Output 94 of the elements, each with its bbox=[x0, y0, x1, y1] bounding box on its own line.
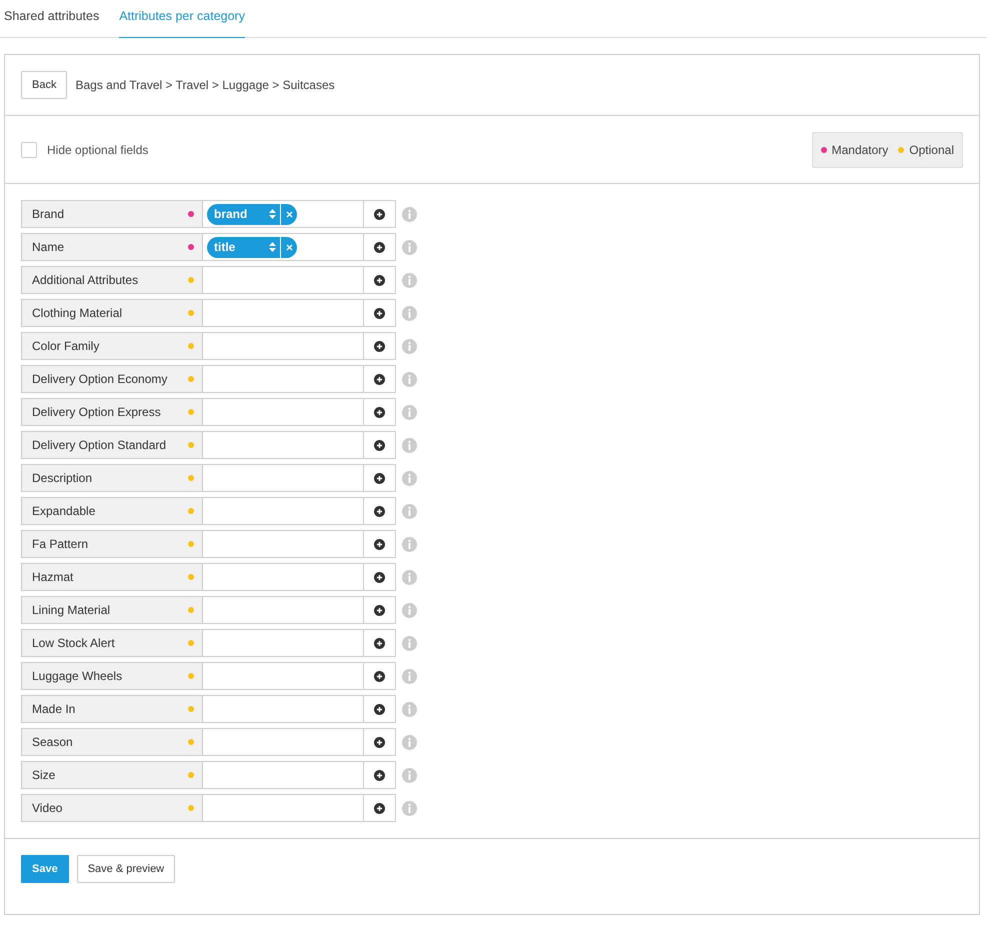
mapping-field[interactable] bbox=[203, 365, 364, 393]
attribute-name: Season bbox=[32, 735, 73, 749]
attribute-name: Low Stock Alert bbox=[32, 636, 115, 650]
sort-icon bbox=[269, 242, 276, 252]
attribute-name: Name bbox=[32, 240, 64, 254]
info-icon[interactable] bbox=[402, 768, 417, 782]
attribute-name: Luggage Wheels bbox=[32, 669, 122, 683]
attribute-name: Size bbox=[32, 768, 56, 782]
add-icon[interactable] bbox=[374, 638, 385, 648]
add-icon[interactable] bbox=[374, 274, 385, 286]
info-icon[interactable] bbox=[402, 470, 417, 486]
attribute-name: Lining Material bbox=[32, 603, 110, 617]
info-icon[interactable] bbox=[402, 338, 417, 354]
info-icon[interactable] bbox=[402, 702, 417, 716]
attribute-name: Expandable bbox=[32, 504, 96, 518]
checkbox-label: Hide optional fields bbox=[47, 143, 148, 157]
mapping-field[interactable] bbox=[203, 761, 364, 789]
add-icon[interactable] bbox=[374, 538, 385, 550]
add-icon[interactable] bbox=[374, 572, 385, 582]
sort-icon bbox=[269, 209, 276, 219]
attribute-name: Hazmat bbox=[32, 570, 74, 584]
info-icon[interactable] bbox=[402, 570, 417, 584]
mapping-field[interactable] bbox=[203, 695, 364, 723]
info-icon[interactable] bbox=[402, 734, 417, 750]
attribute-name: Delivery Option Economy bbox=[32, 372, 168, 386]
mapping-field[interactable] bbox=[203, 497, 364, 525]
add-icon[interactable] bbox=[374, 506, 385, 516]
info-icon[interactable] bbox=[402, 240, 417, 254]
mapping-field[interactable] bbox=[203, 332, 364, 360]
mapping-field[interactable] bbox=[203, 398, 364, 426]
tab[interactable]: Attributes per category bbox=[119, 0, 245, 38]
info-icon[interactable] bbox=[402, 206, 417, 222]
add-icon[interactable] bbox=[374, 374, 385, 384]
attribute-name: Fa Pattern bbox=[32, 537, 88, 551]
mapping-field[interactable] bbox=[203, 629, 364, 657]
attribute-name: Description bbox=[32, 471, 92, 485]
add-icon[interactable] bbox=[374, 208, 385, 220]
checkbox[interactable] bbox=[21, 142, 37, 158]
mapping-field[interactable] bbox=[203, 431, 364, 459]
tag-label: title bbox=[214, 240, 236, 254]
mapping-field[interactable] bbox=[203, 530, 364, 558]
add-icon[interactable] bbox=[374, 340, 385, 352]
mapping-field[interactable]: title bbox=[203, 233, 364, 261]
add-icon[interactable] bbox=[374, 242, 385, 252]
info-icon[interactable] bbox=[402, 668, 417, 684]
mapping-field[interactable] bbox=[203, 794, 364, 822]
save-preview-button[interactable]: Save & preview bbox=[76, 855, 176, 883]
mapping-field[interactable] bbox=[203, 662, 364, 690]
attribute-name: Delivery Option Standard bbox=[32, 438, 166, 452]
tag-label: brand bbox=[214, 207, 248, 221]
legend-label: Mandatory bbox=[832, 143, 888, 157]
add-icon[interactable] bbox=[374, 802, 385, 814]
attribute-name: Made In bbox=[32, 702, 76, 716]
legend-label: Optional bbox=[909, 143, 954, 157]
info-icon[interactable] bbox=[402, 372, 417, 386]
add-icon[interactable] bbox=[374, 770, 385, 780]
mapping-tag[interactable]: title bbox=[207, 236, 297, 258]
add-icon[interactable] bbox=[374, 406, 385, 418]
mapping-field[interactable] bbox=[203, 596, 364, 624]
close-icon[interactable] bbox=[286, 244, 292, 250]
add-icon[interactable] bbox=[374, 308, 385, 318]
mapping-tag[interactable]: brand bbox=[207, 204, 297, 224]
mapping-field[interactable] bbox=[203, 266, 364, 294]
add-icon[interactable] bbox=[374, 704, 385, 714]
info-icon[interactable] bbox=[402, 636, 417, 650]
info-icon[interactable] bbox=[402, 800, 417, 816]
attribute-name: Additional Attributes bbox=[32, 273, 138, 287]
attribute-name: Color Family bbox=[32, 339, 100, 353]
attribute-name: Delivery Option Express bbox=[32, 405, 161, 419]
back-button[interactable]: Back bbox=[21, 71, 68, 99]
info-icon[interactable] bbox=[402, 438, 417, 452]
mapping-field[interactable] bbox=[203, 563, 364, 591]
mapping-field[interactable]: brand bbox=[203, 200, 364, 228]
info-icon[interactable] bbox=[402, 404, 417, 420]
mapping-field[interactable] bbox=[203, 299, 364, 327]
save-button[interactable]: Save bbox=[21, 855, 69, 883]
attribute-name: Clothing Material bbox=[32, 306, 122, 320]
add-icon[interactable] bbox=[374, 472, 385, 484]
attribute-name: Video bbox=[32, 801, 62, 815]
breadcrumb: Bags and Travel > Travel > Luggage > Suitcases bbox=[75, 78, 335, 92]
close-icon[interactable] bbox=[286, 210, 292, 218]
info-icon[interactable] bbox=[402, 602, 417, 618]
info-icon[interactable] bbox=[402, 536, 417, 552]
add-icon[interactable] bbox=[374, 440, 385, 450]
info-icon[interactable] bbox=[402, 272, 417, 288]
info-icon[interactable] bbox=[402, 306, 417, 320]
add-icon[interactable] bbox=[374, 736, 385, 748]
add-icon[interactable] bbox=[374, 604, 385, 616]
mapping-field[interactable] bbox=[203, 728, 364, 756]
add-icon[interactable] bbox=[374, 670, 385, 682]
info-icon[interactable] bbox=[402, 504, 417, 518]
tab[interactable]: Shared attributes bbox=[4, 0, 100, 38]
mapping-field[interactable] bbox=[203, 464, 364, 492]
attribute-name: Brand bbox=[32, 207, 64, 221]
